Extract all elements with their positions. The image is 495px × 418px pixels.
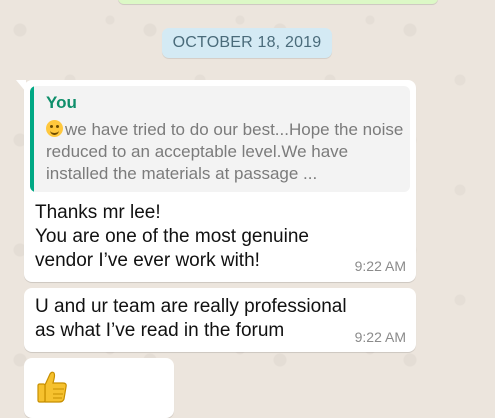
thumbs-up-icon xyxy=(37,371,67,403)
quoted-text: we have tried to do our best...Hope the … xyxy=(46,119,406,185)
message-line: You are one of the most genuine xyxy=(35,226,309,247)
quoted-author: You xyxy=(46,93,77,112)
incoming-message[interactable]: U and ur team are really professional as… xyxy=(24,288,416,352)
quote-accent-bar xyxy=(30,86,34,192)
message-timestamp: 9:22 AM xyxy=(354,258,406,274)
message-text: Thanks mr lee! You are one of the most g… xyxy=(35,201,335,273)
message-line: Thanks mr lee! xyxy=(35,202,161,223)
message-line: vendor I’ve ever work with! xyxy=(35,250,260,271)
message-timestamp: 9:22 AM xyxy=(354,329,406,345)
incoming-message-reply[interactable]: You we have tried to do our best...Hope … xyxy=(16,80,416,282)
quoted-text-body: we have tried to do our best...Hope the … xyxy=(46,120,404,183)
date-separator: OCTOBER 18, 2019 xyxy=(162,28,332,58)
smiling-face-icon xyxy=(46,120,63,137)
incoming-emoji-message[interactable] xyxy=(24,358,174,418)
previous-outgoing-message[interactable] xyxy=(118,0,438,4)
quoted-message[interactable]: You we have tried to do our best...Hope … xyxy=(30,86,410,192)
message-line: U and ur team are really professional xyxy=(35,296,347,317)
